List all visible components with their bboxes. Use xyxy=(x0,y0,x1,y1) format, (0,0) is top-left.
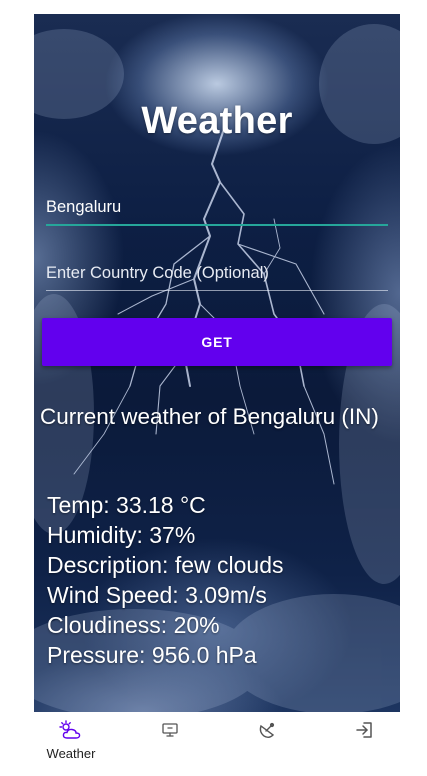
country-code-input[interactable]: Enter Country Code (Optional) xyxy=(46,264,388,291)
weather-screen: Weather Bengaluru Enter Country Code (Op… xyxy=(34,14,400,712)
result-heading: Current weather of Bengaluru (IN) xyxy=(40,404,379,429)
description-text: Description: few clouds xyxy=(47,552,284,578)
temp-text: Temp: 33.18 °C xyxy=(47,492,206,518)
pressure-text: Pressure: 956.0 hPa xyxy=(47,642,257,668)
page-title: Weather xyxy=(141,100,293,142)
humidity-text: Humidity: 37% xyxy=(47,522,196,548)
nav-item-weather[interactable]: Weather xyxy=(36,720,106,761)
exit-icon xyxy=(356,722,372,738)
weather-icon xyxy=(59,720,81,739)
nav-item-satellite[interactable] xyxy=(232,720,302,740)
city-input[interactable]: Bengaluru xyxy=(46,198,388,226)
wind-speed-text: Wind Speed: 3.09m/s xyxy=(47,582,267,608)
screen-icon xyxy=(162,723,178,737)
cloudiness-text: Cloudiness: 20% xyxy=(47,612,220,638)
bottom-navigation: Weather xyxy=(34,712,400,776)
nav-item-exit[interactable] xyxy=(329,720,399,740)
nav-label-weather: Weather xyxy=(46,746,96,761)
nav-item-screen[interactable] xyxy=(135,720,205,740)
weather-details: Temp: 33.18 °C Humidity: 37% Description… xyxy=(47,490,387,670)
satellite-dish-icon xyxy=(259,722,275,738)
get-button[interactable]: GET xyxy=(42,318,392,366)
